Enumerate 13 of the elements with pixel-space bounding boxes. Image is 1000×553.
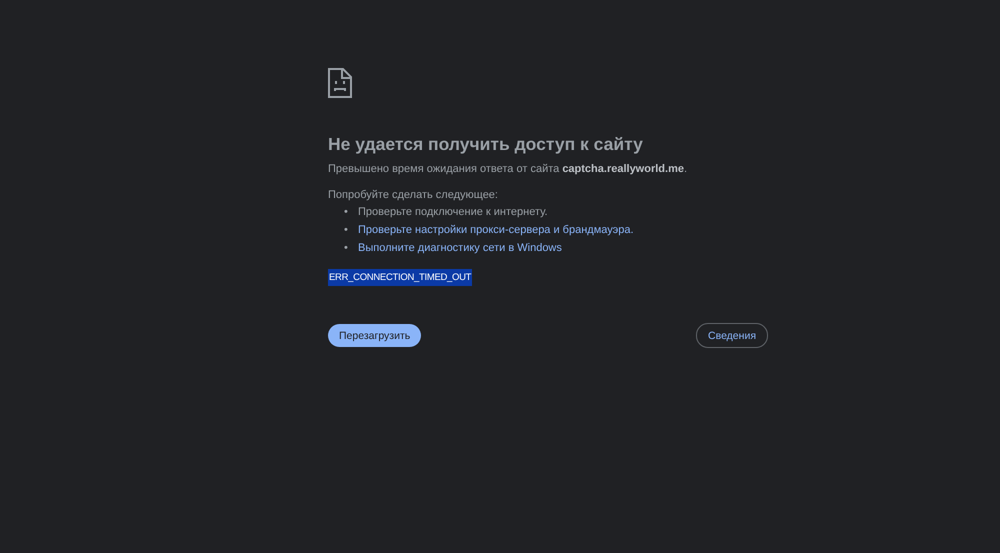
suggestion-link[interactable]: Проверьте настройки прокси-сервера и брандмауэра. bbox=[358, 221, 634, 239]
error-title: Не удается получить доступ к сайту bbox=[328, 133, 644, 155]
error-code: ERR_CONNECTION_TIMED_OUT bbox=[328, 269, 472, 286]
bullet: • bbox=[344, 241, 349, 256]
suggestion-text: Проверьте подключение к интернету. bbox=[358, 205, 548, 220]
bullet: • bbox=[344, 223, 349, 238]
sad-page-icon bbox=[328, 68, 352, 98]
suggestion-link[interactable]: Выполните диагностику сети в Windows bbox=[358, 239, 562, 257]
bullet: • bbox=[344, 205, 349, 220]
reload-button[interactable]: Перезагрузить bbox=[328, 324, 422, 347]
suggestions-intro: Попробуйте сделать следующее: bbox=[328, 189, 499, 201]
error-message: Превышено время ожидания ответа от сайта captcha.reallyworld.me. bbox=[328, 163, 688, 175]
details-button[interactable]: Сведения bbox=[696, 323, 768, 348]
